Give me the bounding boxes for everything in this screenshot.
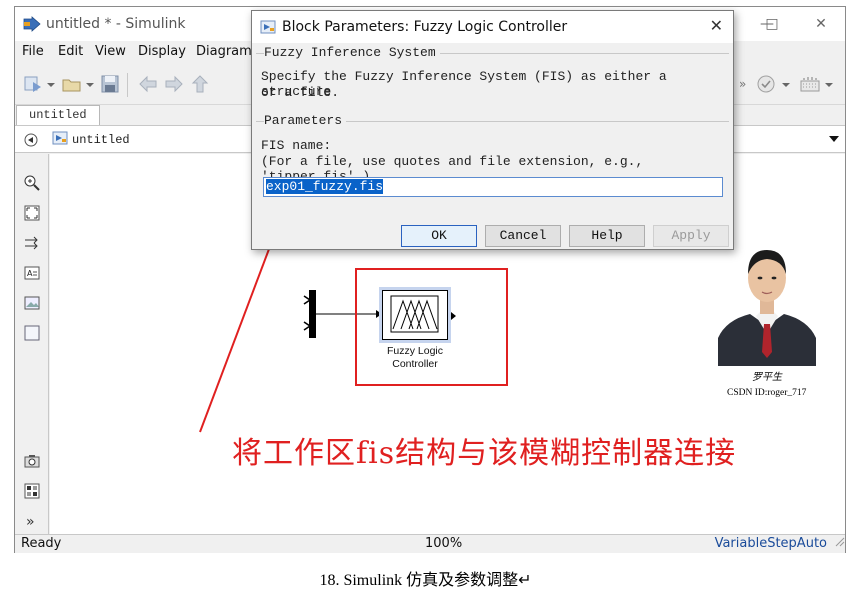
window-title: untitled * - Simulink	[46, 16, 186, 32]
chevron-down-icon[interactable]	[84, 73, 96, 95]
breadcrumb-label: untitled	[72, 133, 130, 147]
toolbar-divider	[127, 73, 128, 97]
ok-button[interactable]: OK	[401, 225, 477, 247]
menu-edit[interactable]: Edit	[58, 44, 83, 59]
grid-tool-icon[interactable]	[799, 73, 821, 95]
model-icon	[52, 131, 68, 149]
fis-name-label: FIS name:	[261, 138, 332, 153]
overflow-chevron-icon[interactable]: »	[737, 73, 751, 95]
annotation-text: 将工作区fis结构与该模糊控制器连接	[232, 436, 737, 471]
zoom-icon[interactable]	[23, 174, 41, 192]
dialog-title-bar: Block Parameters: Fuzzy Logic Controller…	[252, 11, 733, 43]
help-button[interactable]: Help	[569, 225, 645, 247]
description-line2: or a file.	[261, 85, 340, 100]
svg-text:A: A	[27, 269, 33, 278]
svg-text:»: »	[26, 514, 35, 530]
close-icon[interactable]: ✕	[807, 13, 835, 35]
simulink-icon	[260, 20, 276, 34]
red-highlight-box	[355, 268, 508, 386]
expand-chevron-icon[interactable]: »	[23, 512, 41, 530]
author-signature: 罗平生	[752, 372, 782, 383]
author-photo	[718, 234, 816, 366]
fis-name-value: exp01_fuzzy.fis	[266, 179, 384, 194]
menu-file[interactable]: File	[22, 44, 44, 59]
maximize-icon[interactable]: □	[758, 13, 786, 35]
block-parameters-dialog: Block Parameters: Fuzzy Logic Controller…	[251, 10, 734, 250]
annotation-icon[interactable]: A	[23, 264, 41, 282]
check-model-icon[interactable]	[755, 73, 777, 95]
up-arrow-icon[interactable]	[189, 73, 211, 95]
forward-arrow-icon[interactable]	[163, 73, 185, 95]
fis-name-input[interactable]: exp01_fuzzy.fis	[263, 177, 723, 197]
back-arrow-icon[interactable]	[137, 73, 159, 95]
status-bar: Ready 100% VariableStepAuto	[15, 534, 845, 553]
resize-grip-icon[interactable]	[834, 536, 846, 548]
svg-text:»: »	[739, 77, 746, 91]
status-text: Ready	[21, 536, 62, 551]
hide-browser-icon[interactable]	[23, 132, 39, 148]
chevron-down-icon[interactable]	[823, 73, 835, 95]
arrows-icon[interactable]	[23, 234, 41, 252]
area-icon[interactable]	[23, 324, 41, 342]
breadcrumb[interactable]: untitled	[52, 131, 130, 149]
new-model-icon[interactable]	[22, 73, 44, 95]
tab-untitled[interactable]: untitled	[16, 105, 100, 125]
left-palette: A »	[15, 154, 49, 534]
menu-display[interactable]: Display	[138, 44, 186, 59]
open-folder-icon[interactable]	[61, 73, 83, 95]
dialog-title: Block Parameters: Fuzzy Logic Controller	[282, 19, 568, 35]
simulink-icon	[23, 16, 41, 32]
solver-status[interactable]: VariableStepAuto	[715, 536, 827, 551]
close-icon[interactable]: ✕	[710, 16, 723, 35]
zoom-level: 100%	[425, 536, 463, 551]
group-title-parameters: Parameters	[264, 113, 347, 128]
author-csdn-id: CSDN ID:roger_717	[727, 388, 807, 398]
figure-caption: 18. Simulink 仿真及参数调整↵	[319, 572, 532, 589]
camera-icon[interactable]	[23, 452, 41, 470]
menu-diagram[interactable]: Diagram	[196, 44, 252, 59]
save-icon[interactable]	[99, 73, 121, 95]
group-title-fis: Fuzzy Inference System	[264, 45, 440, 60]
chevron-down-icon[interactable]	[780, 73, 792, 95]
chevron-down-icon[interactable]	[45, 73, 57, 95]
fit-view-icon[interactable]	[23, 204, 41, 222]
image-icon[interactable]	[23, 294, 41, 312]
caret-down-icon[interactable]	[827, 132, 841, 146]
fis-group: Fuzzy Inference System Specify the Fuzzy…	[256, 45, 729, 107]
apply-button[interactable]: Apply	[653, 225, 729, 247]
menu-view[interactable]: View	[95, 44, 126, 59]
property-inspector-icon[interactable]	[23, 482, 41, 500]
cancel-button[interactable]: Cancel	[485, 225, 561, 247]
